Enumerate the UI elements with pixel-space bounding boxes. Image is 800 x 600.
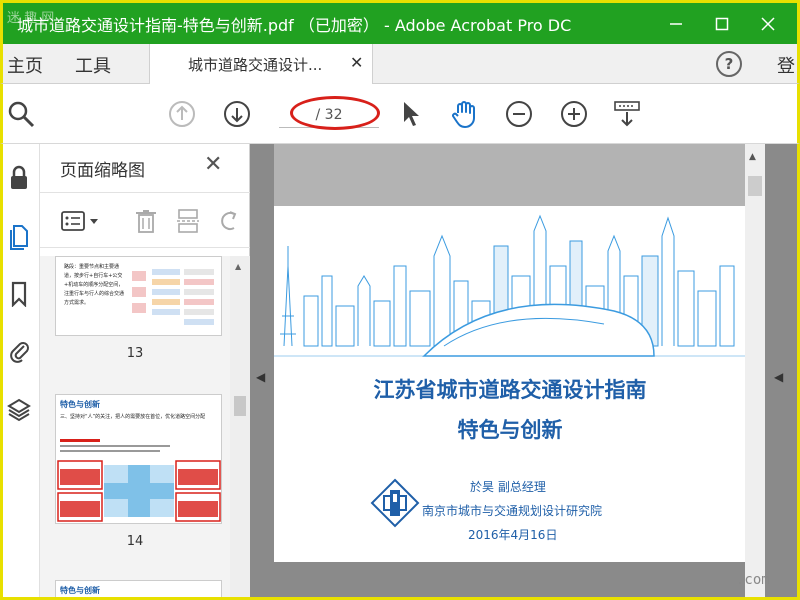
search-icon[interactable] [5, 98, 37, 130]
tab-bar: 主页 工具 城市道路交通设计... ✕ ? 登 [0, 44, 800, 84]
window-controls [653, 9, 791, 39]
zoom-in-icon[interactable] [558, 98, 590, 130]
attachment-icon[interactable] [5, 336, 33, 364]
slide-title: 江苏省城市道路交通设计指南 [373, 378, 647, 402]
minimize-button[interactable] [653, 9, 699, 39]
rotate-page-icon[interactable] [214, 207, 242, 235]
pdf-page: 江苏省城市道路交通设计指南 特色与创新 於昊 副总经理 南京市城市与交通规划设计… [274, 206, 746, 562]
thumbnail-text: 路段：重要节点和主要通道，按步行+自行车+公交+机动车的顺序分配空间，注重行车与… [64, 264, 125, 306]
panel-title: 页面缩略图 [60, 161, 145, 181]
select-arrow-icon[interactable] [395, 98, 427, 130]
close-panel-icon[interactable]: ✕ [204, 152, 222, 177]
tab-home[interactable]: 主页 [7, 52, 43, 78]
slide-date: 2016年4月16日 [468, 528, 558, 542]
institute-logo-icon [370, 478, 420, 528]
thumbnail-list: 路段：重要节点和主要通道，按步行+自行车+公交+机动车的顺序分配空间，注重行车与… [40, 256, 230, 600]
tab-tools[interactable]: 工具 [75, 52, 111, 78]
lock-icon[interactable] [5, 164, 33, 192]
navigation-rail [0, 144, 40, 600]
page-down-icon[interactable] [221, 98, 253, 130]
city-skyline-illustration [274, 214, 746, 357]
scroll-up-icon[interactable]: ▲ [749, 152, 756, 162]
delete-page-icon[interactable] [132, 207, 160, 235]
scroll-mode-icon[interactable] [611, 98, 643, 130]
page-up-icon[interactable] [166, 98, 198, 130]
thumbnail-scrollbar-thumb[interactable] [234, 396, 246, 416]
thumbnail-heading: 特色与创新 [60, 586, 100, 595]
close-window-button[interactable] [745, 9, 791, 39]
thumbnail-heading: 特色与创新 [60, 400, 100, 409]
insert-page-icon[interactable] [174, 207, 202, 235]
page-count-label: / 32 [315, 106, 343, 123]
login-link[interactable]: 登 [777, 52, 795, 78]
thumbnail-diagram [132, 269, 214, 325]
page-number-field[interactable]: / 32 [279, 102, 379, 128]
thumbnail-page-14[interactable]: 特色与创新 三、坚持对“人”的关注，把人的需要放在首位，优化道路空间分配 [55, 394, 222, 524]
thumbnail-panel: 页面缩略图 ✕ 路段：重要节点和主要通道，按步行+自行车+公交+机动车的顺序分配… [40, 144, 250, 600]
close-tab-icon[interactable]: ✕ [350, 53, 363, 72]
page-thumbnails-icon[interactable] [5, 222, 33, 250]
document-tab-label: 城市道路交通设计... [188, 55, 323, 74]
watermark-text: .com [736, 572, 770, 588]
window-title: 城市道路交通设计指南-特色与创新.pdf （已加密） - Adobe Acrob… [17, 15, 572, 35]
bookmark-icon[interactable] [5, 280, 33, 308]
help-icon[interactable]: ? [716, 51, 742, 77]
maximize-button[interactable] [699, 9, 745, 39]
previous-page-edge [274, 144, 746, 206]
slide-author: 於昊 副总经理 [470, 480, 546, 494]
thumbnail-scrollbar[interactable]: ▲ [230, 256, 250, 600]
thumbnail-text: 三、坚持对“人”的关注，把人的需要放在首位，优化道路空间分配 [60, 414, 206, 420]
thumbnail-page-number: 14 [126, 534, 144, 549]
zoom-out-icon[interactable] [503, 98, 535, 130]
expand-right-icon[interactable]: ◀ [774, 370, 783, 384]
document-scrollbar[interactable]: ▲ [745, 144, 765, 600]
title-bar: 迷 趣 网 城市道路交通设计指南-特色与创新.pdf （已加密） - Adobe… [0, 0, 800, 44]
slide-subtitle: 特色与创新 [457, 418, 563, 442]
document-viewport: ◀ ◀ 江苏省城市道路交通设计指南 特色与创新 於昊 副总经理 南京市城市与交通… [250, 144, 800, 600]
toolbar: / 32 [0, 84, 800, 144]
document-scrollbar-thumb[interactable] [748, 176, 762, 196]
slide-organization: 南京市城市与交通规划设计研究院 [422, 504, 603, 518]
panel-toolbar [40, 192, 250, 248]
watermark-text: 迷 趣 网 [7, 11, 55, 26]
thumbnail-page-13[interactable]: 路段：重要节点和主要通道，按步行+自行车+公交+机动车的顺序分配空间，注重行车与… [55, 256, 222, 336]
hand-icon[interactable] [449, 98, 481, 130]
tab-document[interactable]: 城市道路交通设计... ✕ [149, 44, 373, 84]
thumbnail-page-number: 13 [126, 346, 144, 361]
collapse-left-icon[interactable]: ◀ [256, 370, 265, 384]
layers-icon[interactable] [5, 396, 33, 424]
thumbnail-options-icon[interactable] [60, 207, 104, 235]
thumbnail-diagram [57, 439, 221, 522]
